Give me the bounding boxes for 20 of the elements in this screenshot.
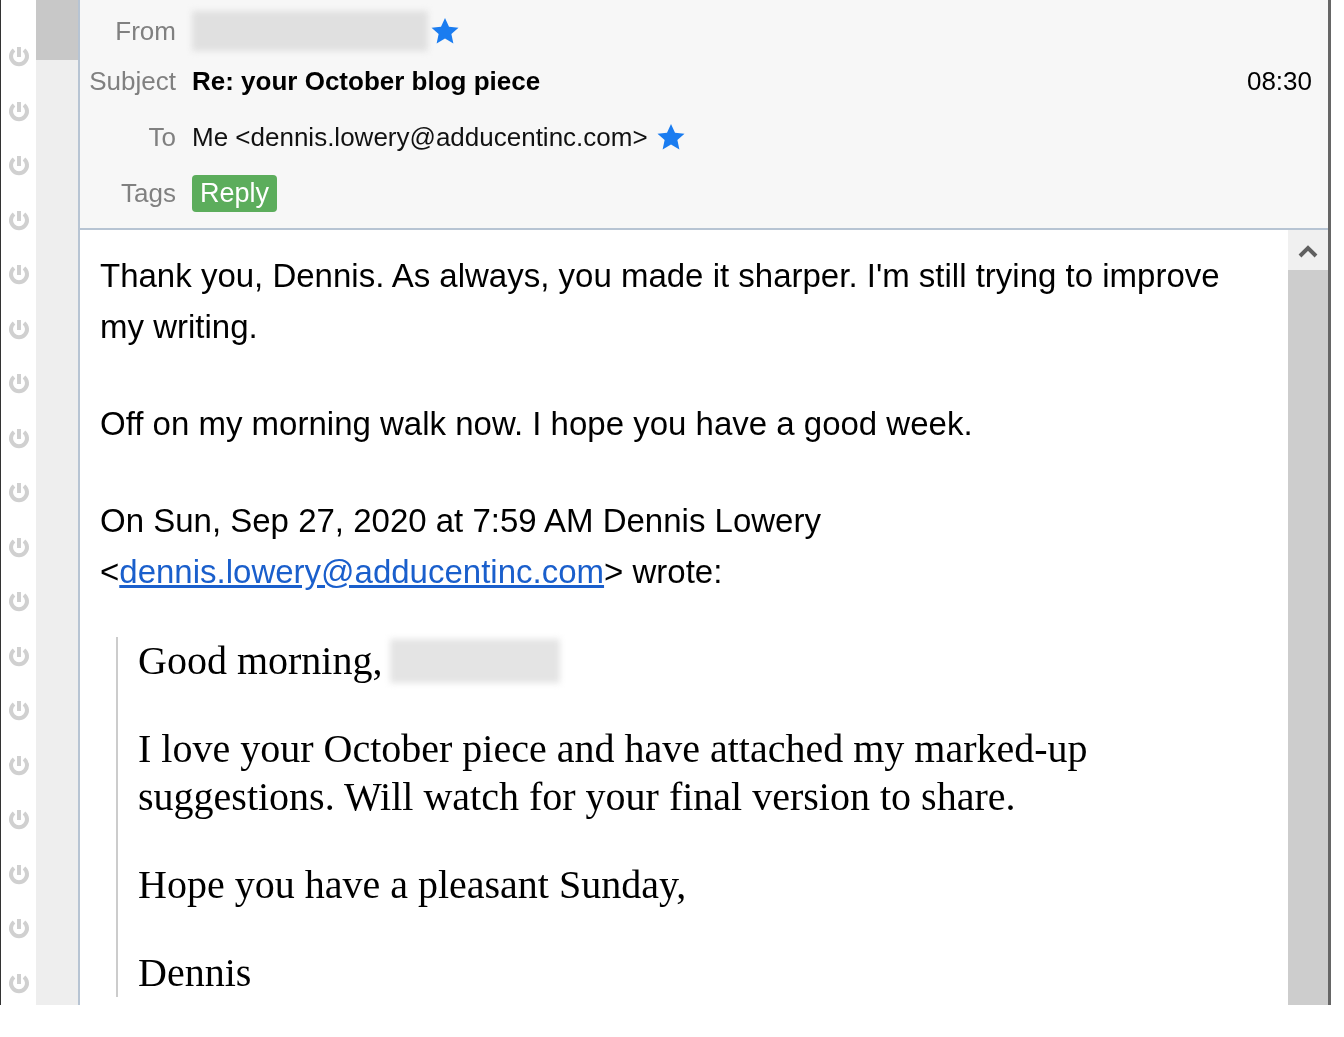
- email-link[interactable]: dennis.lowery@adducentinc.com: [119, 553, 605, 590]
- scroll-up-icon[interactable]: [1298, 244, 1318, 258]
- star-icon[interactable]: [655, 122, 686, 152]
- field-label: Subject: [88, 65, 176, 97]
- body-paragraph: Off on my morning walk now. I hope you have a good week.: [100, 404, 974, 444]
- quoted-greeting: Good morning,: [138, 637, 383, 685]
- quoted-paragraph: I love your October piece and have attached my marked-up suggestions. Will watch for your final version to share.: [138, 725, 1089, 821]
- quoted-paragraph: Hope you have a pleasant Sunday,: [138, 861, 688, 909]
- attribution-line: On Sun, Sep 27, 2020 at 7:59 AM Dennis Lowery <dennis.lowery@adducentinc.com> wrote:: [100, 501, 822, 592]
- field-label: From: [114, 15, 176, 47]
- field-label: To: [147, 121, 176, 153]
- quoted-paragraph: Dennis: [138, 949, 253, 997]
- panel-handle[interactable]: [36, 0, 78, 60]
- time-text: 08:30: [1246, 65, 1312, 97]
- body-paragraph: Thank you, Dennis. As always, you made it sharper. I'm still trying to improve my writing.: [100, 256, 1221, 347]
- field-label: Tags: [120, 177, 176, 209]
- star-icon[interactable]: [430, 16, 460, 46]
- recipient-text: Me <dennis.lowery@adducentinc.com>: [192, 121, 648, 153]
- scrollbar[interactable]: [1288, 230, 1328, 1005]
- subject-text: Re: your October blog piece: [192, 65, 541, 97]
